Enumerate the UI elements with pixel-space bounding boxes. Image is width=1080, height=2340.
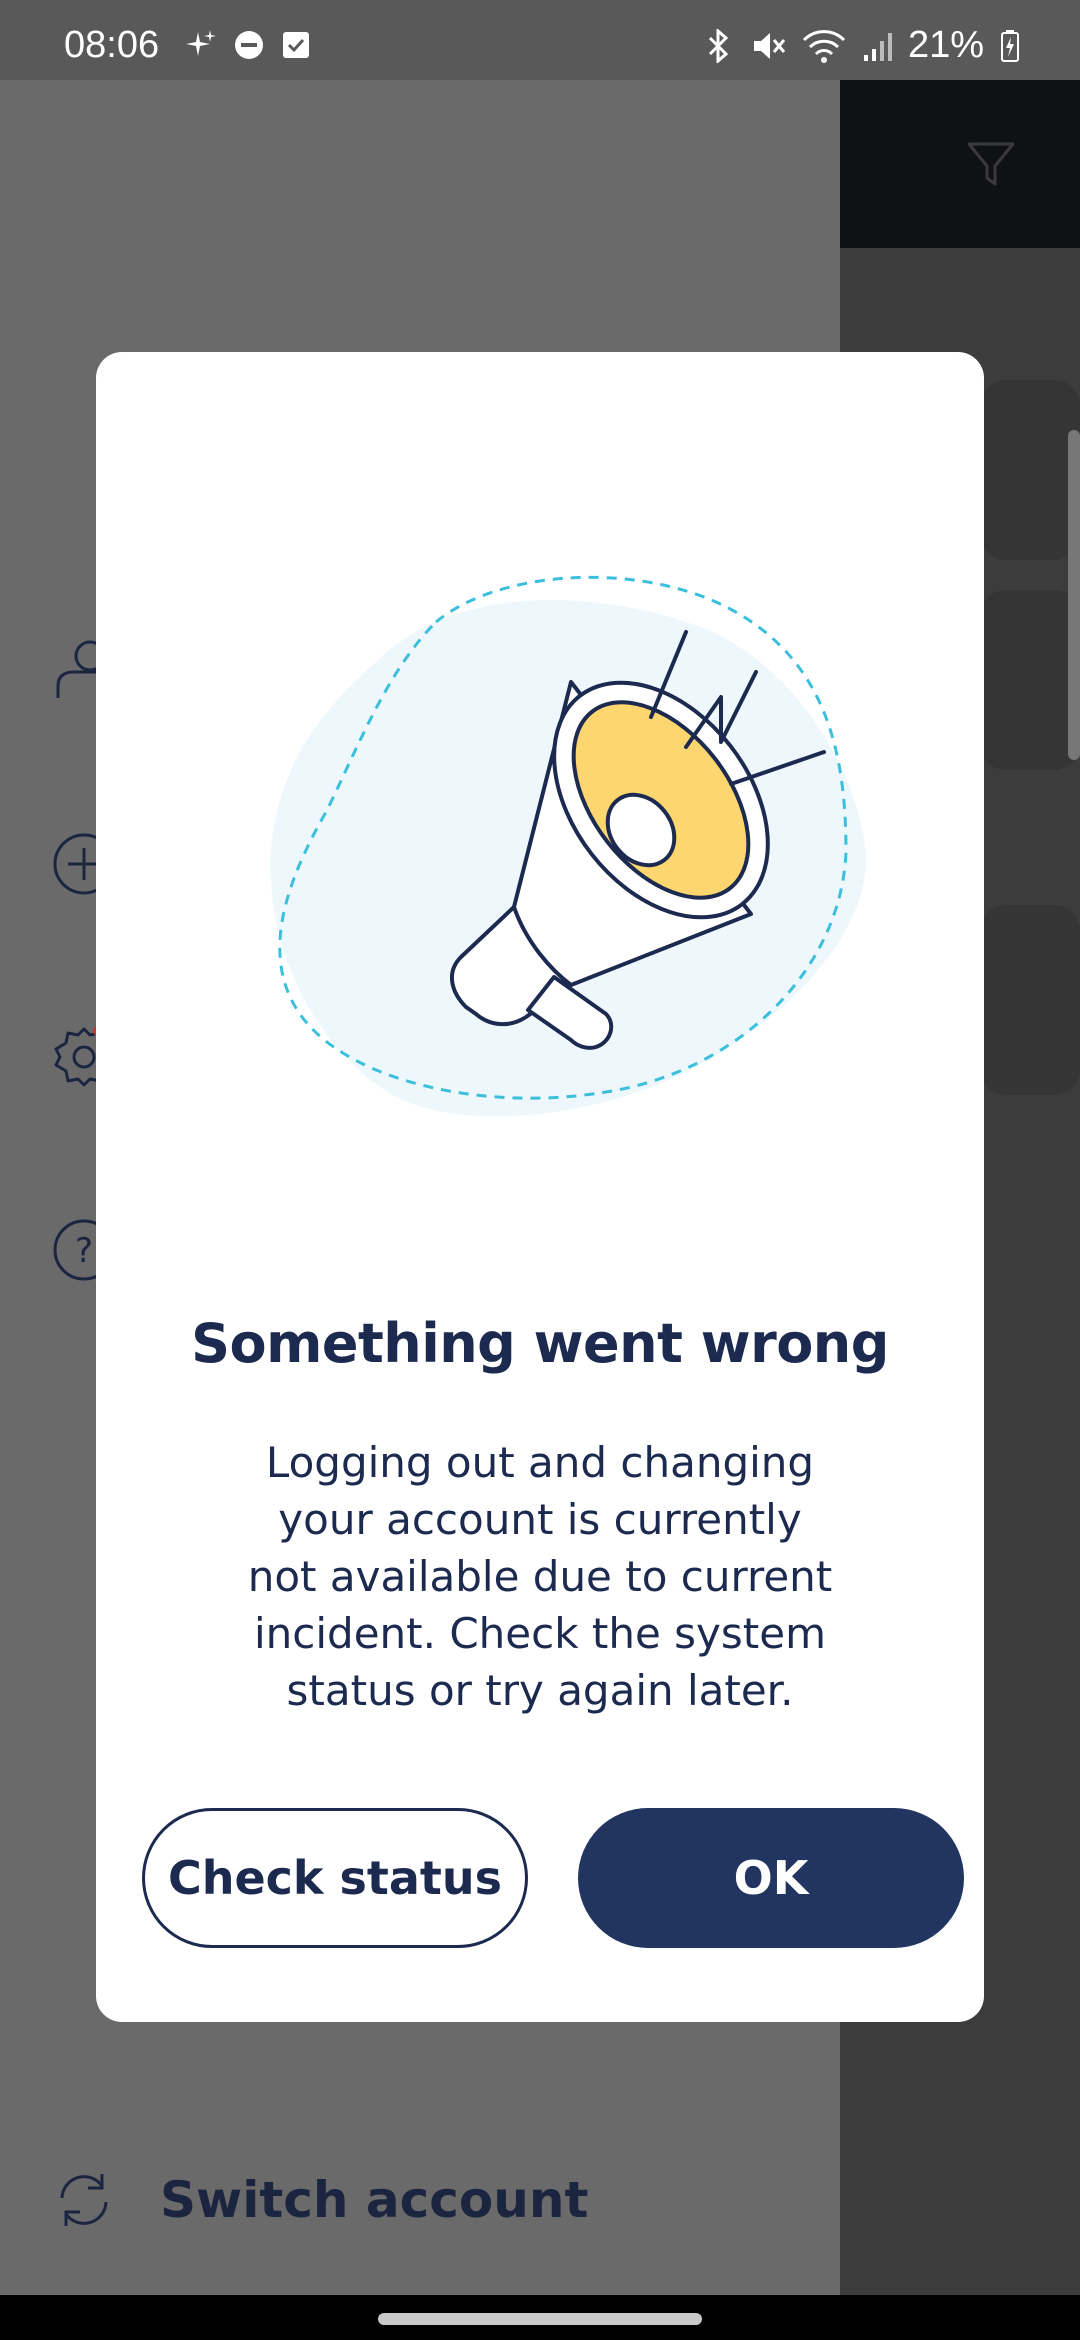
battery-charging-icon [1001,29,1019,62]
check-status-button[interactable]: Check status [142,1808,528,1948]
app-toolbar [840,80,1080,248]
task-card[interactable] [980,590,1080,770]
signal-icon [863,32,892,61]
error-dialog: Something went wrong Logging out and cha… [96,352,984,2022]
mute-icon [753,32,786,59]
dialog-message: Logging out and changing your account is… [247,1438,833,1715]
megaphone-illustration [270,575,867,1117]
scrollbar[interactable] [1068,430,1080,760]
switch-account-icon [60,2174,108,2226]
home-indicator[interactable] [378,2313,702,2325]
switch-account-label: Switch account [160,2171,589,2229]
svg-text:?: ? [75,1231,93,1271]
switch-account-row[interactable]: Switch account [52,2160,588,2240]
tasks-check-icon [283,32,309,58]
status-bar: 08:06 21% [0,0,1080,80]
battery-percent: 21% [907,24,984,66]
filter-icon[interactable] [965,138,1017,190]
task-card[interactable] [980,380,1080,560]
bluetooth-icon [708,28,729,63]
sparkle-icon [186,30,216,56]
do-not-disturb-icon [235,31,263,59]
wifi-icon [802,29,846,63]
ok-button[interactable]: OK [578,1808,964,1948]
dialog-title: Something went wrong [191,1312,889,1375]
task-card[interactable] [980,905,1080,1095]
status-time: 08:06 [64,24,160,66]
